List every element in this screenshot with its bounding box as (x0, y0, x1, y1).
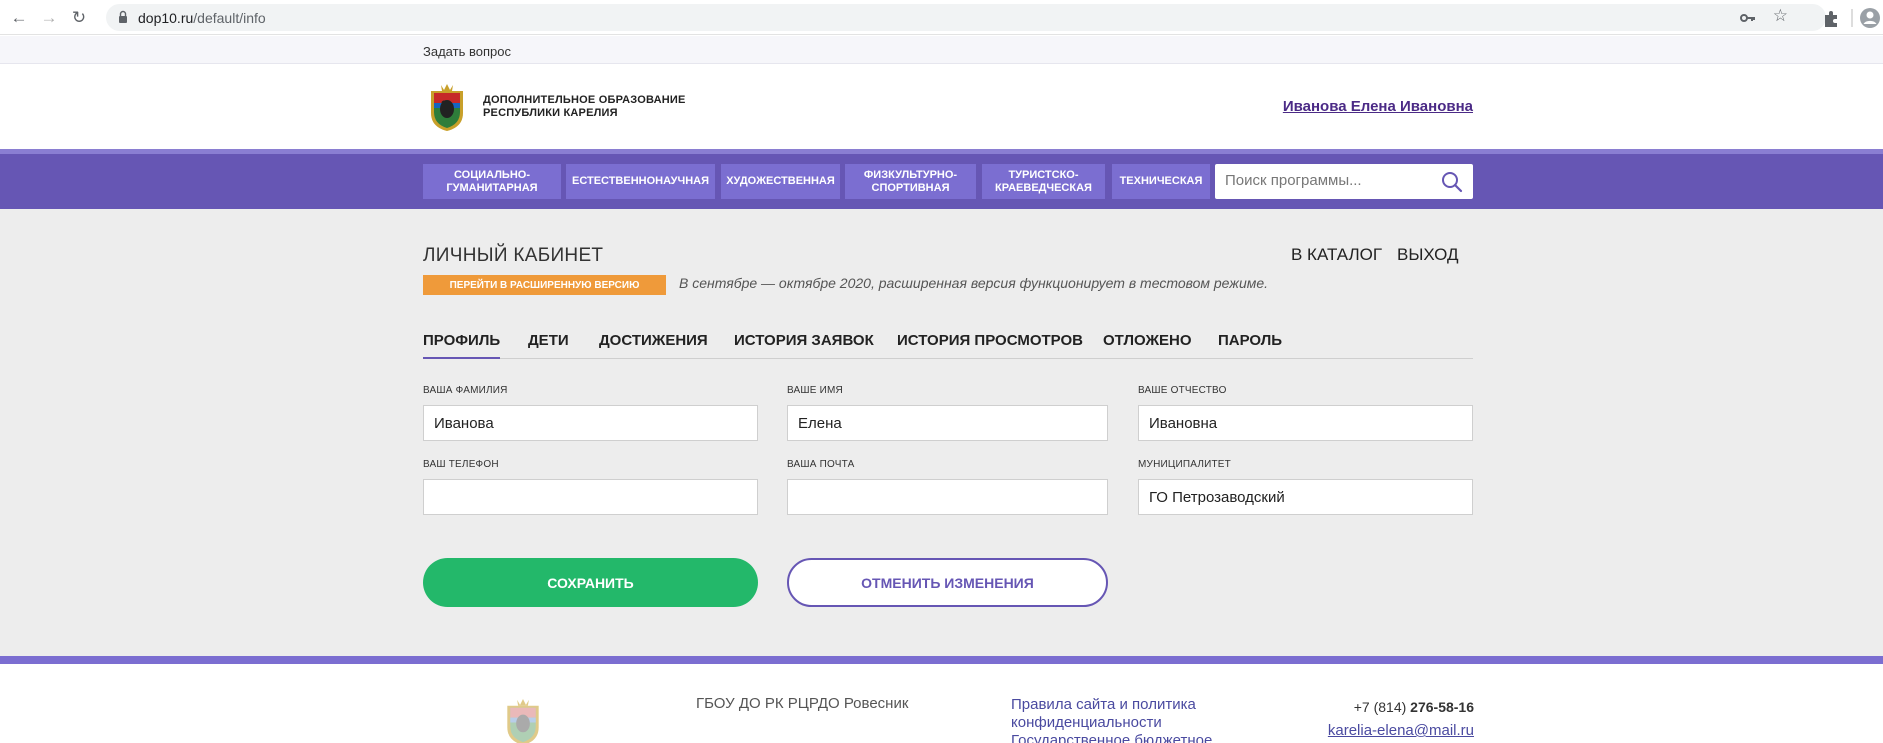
footer-stripe (0, 656, 1883, 664)
category-label: ЕСТЕСТВЕННОНАУЧНАЯ (571, 175, 709, 187)
category-social-humanitarian[interactable]: СОЦИАЛЬНО- ГУМАНИТАРНАЯ (423, 164, 561, 199)
category-artistic[interactable]: ХУДОЖЕСТВЕННАЯ (721, 164, 840, 199)
logout-link[interactable]: ВЫХОД (1397, 245, 1459, 265)
profile-avatar-icon[interactable] (1859, 7, 1881, 29)
catalog-link[interactable]: В КАТАЛОГ (1291, 245, 1382, 265)
category-label: ТЕХНИЧЕСКАЯ (1119, 175, 1203, 187)
logo-line-1: ДОПОЛНИТЕЛЬНОЕ ОБРАЗОВАНИЕ (483, 94, 686, 106)
site-header: ДОПОЛНИТЕЛЬНОЕ ОБРАЗОВАНИЕ РЕСПУБЛИКИ КА… (0, 64, 1883, 149)
back-icon[interactable]: ← (8, 7, 30, 29)
tab-password[interactable]: ПАРОЛЬ (1218, 332, 1282, 359)
name-label: ВАШЕ ИМЯ (787, 385, 843, 396)
category-label: СОЦИАЛЬНО- (453, 168, 531, 181)
category-label: ТУРИСТСКО- (1008, 168, 1079, 181)
municipality-label: МУНИЦИПАЛИТЕТ (1138, 459, 1231, 470)
footer-rules-line: Правила сайта и политика (1011, 696, 1196, 713)
program-search (1215, 164, 1473, 199)
category-label: ГУМАНИТАРНАЯ (446, 181, 538, 194)
save-button[interactable]: СОХРАНИТЬ (423, 558, 758, 607)
category-tourism[interactable]: ТУРИСТСКО- КРАЕВЕДЧЕСКАЯ (982, 164, 1105, 199)
profile-tabs: ПРОФИЛЬ ДЕТИ ДОСТИЖЕНИЯ ИСТОРИЯ ЗАЯВОК И… (423, 332, 1473, 359)
url-path: /default/info (193, 10, 266, 26)
category-nav: СОЦИАЛЬНО- ГУМАНИТАРНАЯ ЕСТЕСТВЕННОНАУЧНА… (0, 154, 1883, 209)
footer-rules-line: Государственное бюджетное (1011, 732, 1213, 743)
name-field[interactable] (787, 405, 1108, 441)
forward-icon[interactable]: → (38, 7, 60, 29)
browser-toolbar: ← → ↻ dop10.ru/default/info ☆ (0, 0, 1883, 35)
category-label: КРАЕВЕДЧЕСКАЯ (995, 181, 1092, 194)
footer-email-link[interactable]: karelia-elena@mail.ru (1328, 722, 1474, 739)
category-label: ФИЗКУЛЬТУРНО- (863, 168, 958, 181)
lock-icon (119, 10, 127, 23)
footer-phone: +7 (814) 276-58-16 (1354, 699, 1474, 715)
category-label: ХУДОЖЕСТВЕННАЯ (726, 175, 835, 187)
patronymic-label: ВАШЕ ОТЧЕСТВО (1138, 385, 1227, 396)
extensions-icon[interactable] (1820, 7, 1842, 29)
tab-view-history[interactable]: ИСТОРИЯ ПРОСМОТРОВ (897, 332, 1083, 359)
email-label: ВАША ПОЧТА (787, 459, 855, 470)
extended-version-note: В сентябре — октябре 2020, расширенная в… (679, 275, 1268, 291)
patronymic-field[interactable] (1138, 405, 1473, 441)
footer-organization[interactable]: ГБОУ ДО РК РЦРДО Ровесник (696, 695, 908, 712)
cancel-changes-button[interactable]: ОТМЕНИТЬ ИЗМЕНЕНИЯ (787, 558, 1108, 607)
phone-prefix: +7 (814) (1353, 699, 1407, 715)
top-strip: Задать вопрос (0, 36, 1883, 64)
category-technical[interactable]: ТЕХНИЧЕСКАЯ (1112, 164, 1210, 199)
tab-profile[interactable]: ПРОФИЛЬ (423, 332, 501, 359)
page-title: ЛИЧНЫЙ КАБИНЕТ (423, 245, 604, 266)
tab-application-history[interactable]: ИСТОРИЯ ЗАЯВОК (734, 332, 874, 359)
key-icon[interactable] (1740, 11, 1756, 25)
email-field[interactable] (787, 479, 1108, 515)
user-profile-link[interactable]: Иванова Елена Ивановна (1283, 98, 1473, 115)
cabinet-main: ЛИЧНЫЙ КАБИНЕТ В КАТАЛОГ ВЫХОД ПЕРЕЙТИ В… (0, 209, 1883, 656)
municipality-field[interactable] (1138, 479, 1473, 515)
phone-number: 276-58-16 (1410, 699, 1474, 715)
phone-field[interactable] (423, 479, 758, 515)
phone-label: ВАШ ТЕЛЕФОН (423, 459, 499, 470)
tab-postponed[interactable]: ОТЛОЖЕНО (1103, 332, 1192, 359)
site-footer: ГБОУ ДО РК РЦРДО Ровесник Правила сайта … (0, 664, 1883, 743)
category-label: СПОРТИВНАЯ (871, 181, 950, 194)
surname-label: ВАША ФАМИЛИЯ (423, 385, 508, 396)
footer-rules-link[interactable]: Правила сайта и политика конфиденциально… (1011, 696, 1212, 743)
ask-question-link[interactable]: Задать вопрос (423, 44, 511, 59)
karelia-emblem-icon[interactable] (427, 81, 467, 132)
address-bar[interactable]: dop10.ru/default/info ☆ (106, 4, 1826, 31)
surname-field[interactable] (423, 405, 758, 441)
category-sports[interactable]: ФИЗКУЛЬТУРНО- СПОРТИВНАЯ (845, 164, 976, 199)
category-natural-science[interactable]: ЕСТЕСТВЕННОНАУЧНАЯ (566, 164, 715, 199)
extended-version-button[interactable]: ПЕРЕЙТИ В РАСШИРЕННУЮ ВЕРСИЮ (423, 275, 666, 295)
toolbar-divider (1851, 9, 1853, 27)
logo-text[interactable]: ДОПОЛНИТЕЛЬНОЕ ОБРАЗОВАНИЕ РЕСПУБЛИКИ КА… (483, 94, 686, 120)
bookmark-star-icon[interactable]: ☆ (1773, 6, 1788, 26)
tab-children[interactable]: ДЕТИ (528, 332, 569, 359)
footer-emblem-icon (507, 698, 539, 743)
url-host: dop10.ru (138, 10, 194, 26)
tab-achievements[interactable]: ДОСТИЖЕНИЯ (599, 332, 708, 359)
footer-rules-line: конфиденциальности (1011, 714, 1162, 731)
search-icon[interactable] (1441, 171, 1463, 193)
search-input[interactable] (1225, 172, 1435, 189)
logo-line-2: РЕСПУБЛИКИ КАРЕЛИЯ (483, 107, 618, 119)
url-text: dop10.ru/default/info (138, 10, 266, 26)
reload-icon[interactable]: ↻ (68, 7, 90, 29)
